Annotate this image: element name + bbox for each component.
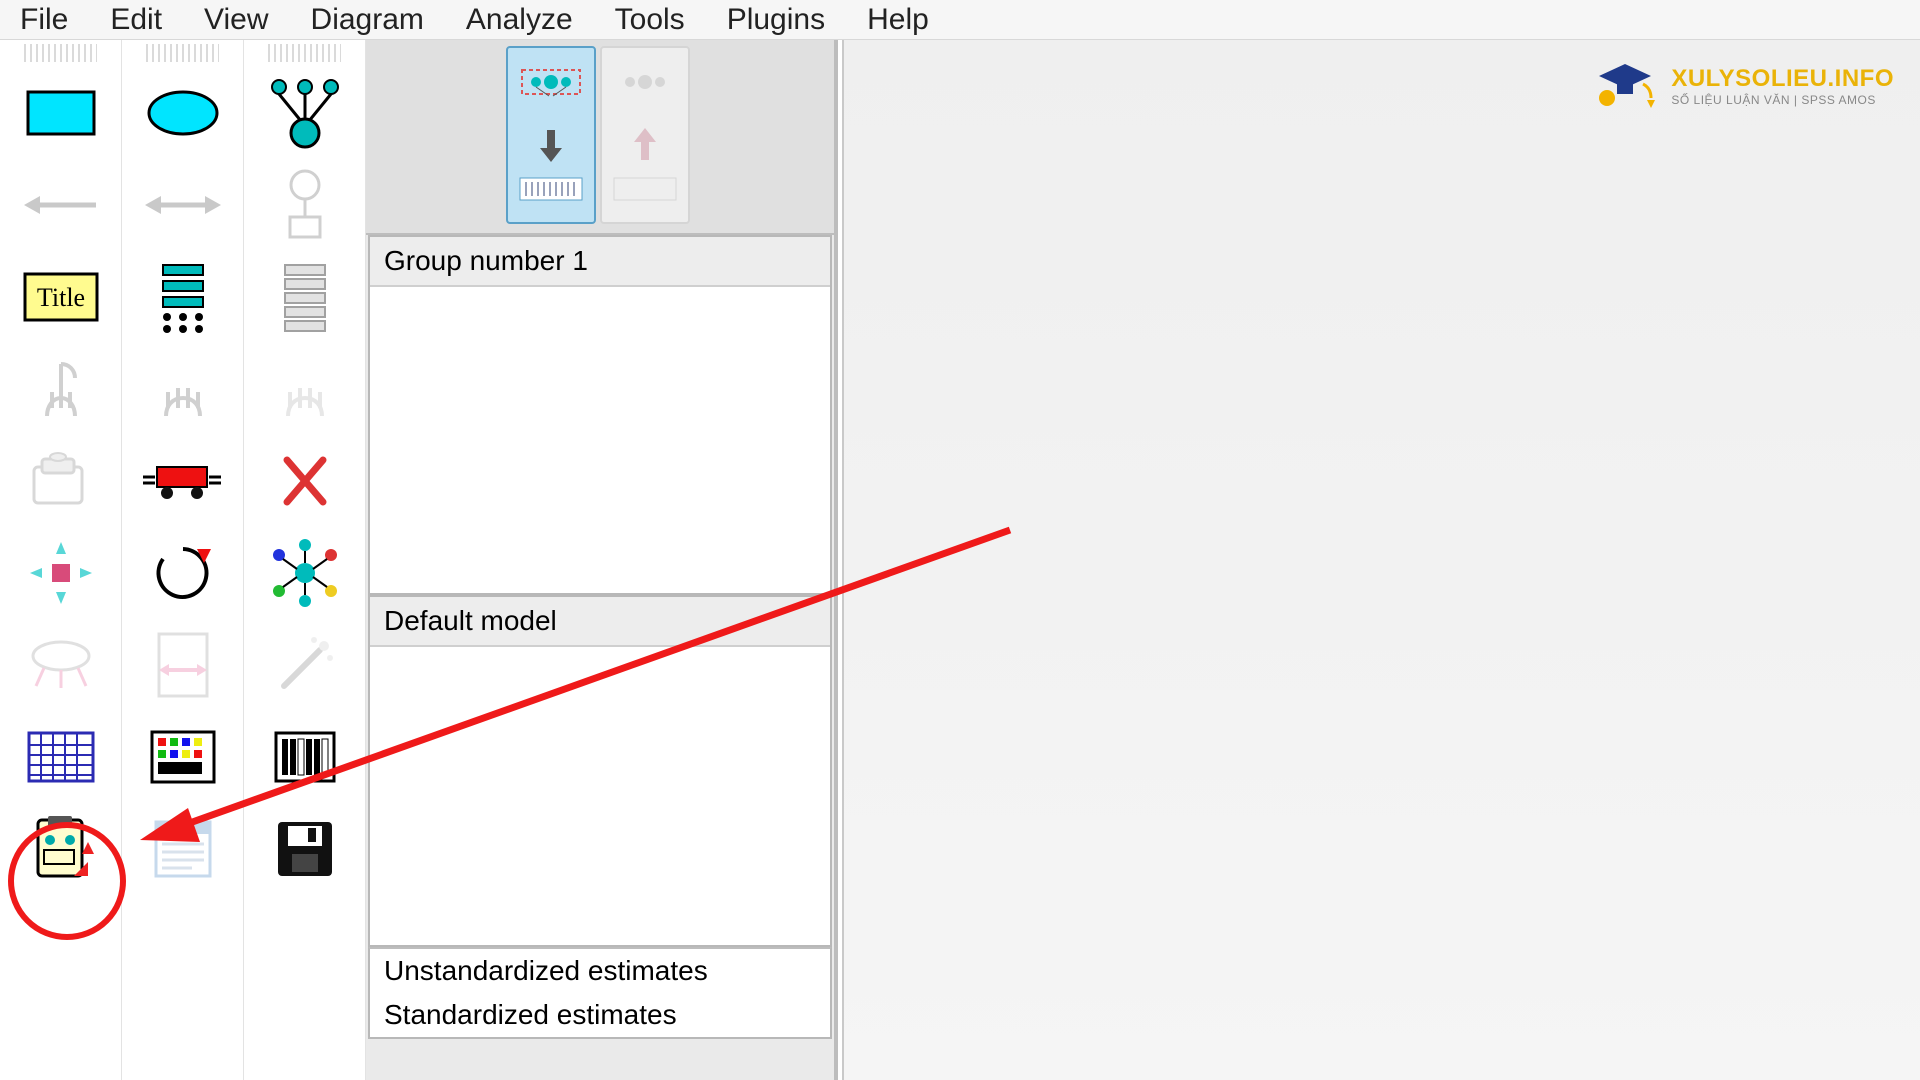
copy-path-diagram-tool[interactable] [21, 808, 101, 890]
estimates-unstandardized[interactable]: Unstandardized estimates [370, 949, 830, 993]
watermark-title: XULYSOLIEU.INFO [1671, 65, 1894, 93]
indicator-tool[interactable] [265, 72, 345, 154]
menubar: File Edit View Diagram Analyze Tools Plu… [0, 0, 1920, 40]
diagram-canvas[interactable] [842, 40, 1920, 1080]
menu-analyze[interactable]: Analyze [466, 3, 573, 37]
toolbox-col-3 [244, 40, 366, 1080]
fit-page-tool[interactable] [143, 624, 223, 706]
move-object-tool[interactable] [143, 440, 223, 522]
groups-panel-item[interactable]: Group number 1 [370, 237, 830, 287]
rectangle-tool[interactable] [21, 72, 101, 154]
double-arrow-tool[interactable] [143, 164, 223, 246]
analysis-properties-tool[interactable] [143, 716, 223, 798]
magic-wand-tool[interactable] [265, 624, 345, 706]
error-variable-tool[interactable] [265, 164, 345, 246]
dataset-variable-list-tool[interactable] [265, 256, 345, 338]
move-parameter-tool[interactable] [21, 624, 101, 706]
estimates-panel: Unstandardized estimates Standardized es… [368, 947, 832, 1039]
menu-plugins[interactable]: Plugins [727, 3, 825, 37]
menu-file[interactable]: File [20, 3, 68, 37]
models-panel: Default model [368, 595, 832, 947]
rotate-tool[interactable] [143, 532, 223, 614]
menu-diagram[interactable]: Diagram [311, 3, 424, 37]
input-path-diagram-thumb[interactable] [506, 46, 596, 224]
watermark-subtitle: SỐ LIỆU LUẬN VĂN | SPSS AMOS [1671, 93, 1894, 107]
app-window: File Edit View Diagram Analyze Tools Plu… [0, 0, 1920, 1080]
svg-text:Title: Title [36, 283, 84, 312]
erase-tool[interactable] [265, 440, 345, 522]
model-panel-column: Group number 1 Default model Unstandardi… [366, 40, 838, 1080]
models-panel-item[interactable]: Default model [370, 597, 830, 647]
estimates-standardized[interactable]: Standardized estimates [370, 993, 830, 1037]
watermark: XULYSOLIEU.INFO SỐ LIỆU LUẬN VĂN | SPSS … [1593, 60, 1894, 112]
deselect-all-tool[interactable] [265, 348, 345, 430]
calculate-estimates-tool[interactable] [265, 716, 345, 798]
title-tool[interactable]: Title [21, 256, 101, 338]
menu-view[interactable]: View [204, 3, 268, 37]
output-path-diagram-thumb[interactable] [600, 46, 690, 224]
select-all-tool[interactable] [143, 348, 223, 430]
path-diagram-thumbs [366, 40, 834, 235]
text-output-tool[interactable] [143, 808, 223, 890]
toolbox-col-1: Title [0, 40, 122, 1080]
copy-clipboard-tool[interactable] [21, 440, 101, 522]
grip-icon [146, 44, 219, 62]
save-tool[interactable] [265, 808, 345, 890]
menu-edit[interactable]: Edit [110, 3, 162, 37]
grip-icon [24, 44, 97, 62]
watermark-logo-icon [1593, 60, 1657, 112]
menu-help[interactable]: Help [867, 3, 929, 37]
variable-list-tool[interactable] [143, 256, 223, 338]
select-one-tool[interactable] [21, 348, 101, 430]
ellipse-tool[interactable] [143, 72, 223, 154]
groups-panel: Group number 1 [368, 235, 832, 595]
touch-up-tool[interactable] [265, 532, 345, 614]
resize-path-tool[interactable] [21, 532, 101, 614]
select-data-file-tool[interactable] [21, 716, 101, 798]
single-arrow-tool[interactable] [21, 164, 101, 246]
toolbox-col-2 [122, 40, 244, 1080]
menu-tools[interactable]: Tools [615, 3, 685, 37]
grip-icon [268, 44, 341, 62]
